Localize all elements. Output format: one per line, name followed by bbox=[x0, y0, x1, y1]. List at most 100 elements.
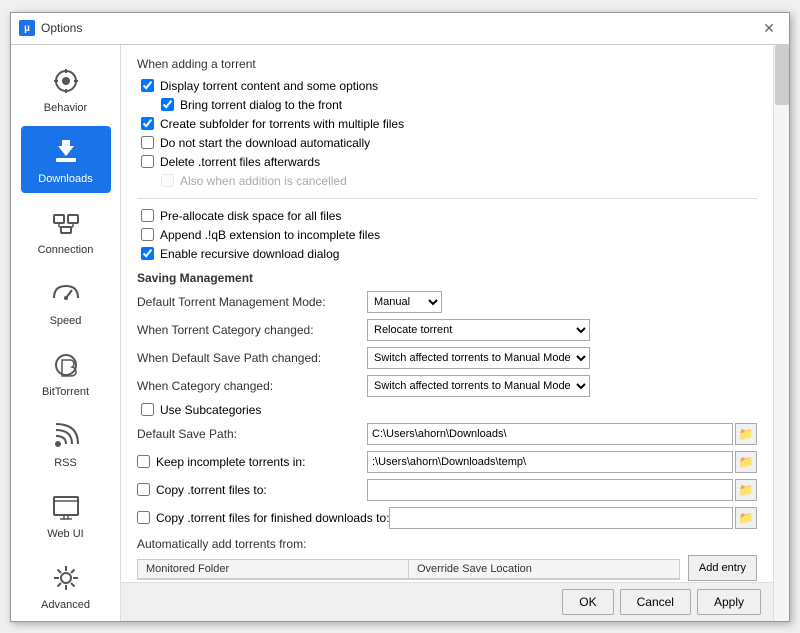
sidebar-item-connection[interactable]: Connection bbox=[21, 197, 111, 264]
cb-no-start-label: Do not start the download automatically bbox=[160, 136, 370, 150]
checkbox-delete-torrent[interactable]: Delete .torrent files afterwards bbox=[137, 155, 757, 169]
checkbox-append-iqb[interactable]: Append .!qB extension to incomplete file… bbox=[137, 228, 757, 242]
sidebar-speed-label: Speed bbox=[50, 315, 82, 327]
cb-subcategories[interactable] bbox=[141, 403, 154, 416]
sidebar-item-behavior[interactable]: Behavior bbox=[21, 55, 111, 122]
default-mode-label: Default Torrent Management Mode: bbox=[137, 295, 367, 309]
path-row-incomplete: Keep incomplete torrents in: 📁 bbox=[137, 451, 757, 473]
checkbox-no-start[interactable]: Do not start the download automatically bbox=[137, 136, 757, 150]
form-row-default-save: When Default Save Path changed: Switch a… bbox=[137, 347, 757, 369]
cb-recursive-label: Enable recursive download dialog bbox=[160, 247, 339, 261]
bottom-bar: OK Cancel Apply bbox=[121, 582, 773, 621]
sidebar-bittorrent-label: BitTorrent bbox=[42, 386, 89, 398]
checkbox-recursive[interactable]: Enable recursive download dialog bbox=[137, 247, 757, 261]
checkbox-subcategories[interactable]: Use Subcategories bbox=[137, 403, 757, 417]
incomplete-path-input[interactable] bbox=[367, 451, 733, 473]
checkbox-prealloc[interactable]: Pre-allocate disk space for all files bbox=[137, 209, 757, 223]
cb-no-start[interactable] bbox=[141, 136, 154, 149]
sidebar-item-speed[interactable]: Speed bbox=[21, 268, 111, 335]
cb-copy-finished[interactable] bbox=[137, 511, 150, 524]
cb-append-iqb[interactable] bbox=[141, 228, 154, 241]
cb-also-cancelled[interactable] bbox=[161, 174, 174, 187]
sidebar-connection-label: Connection bbox=[38, 244, 94, 256]
add-entry-button[interactable]: Add entry bbox=[688, 555, 757, 581]
behavior-icon bbox=[48, 63, 84, 99]
speed-icon bbox=[48, 276, 84, 312]
close-button[interactable]: ✕ bbox=[757, 16, 781, 40]
cb-display-content[interactable] bbox=[141, 79, 154, 92]
cb-append-iqb-label: Append .!qB extension to incomplete file… bbox=[160, 228, 380, 242]
cb-recursive[interactable] bbox=[141, 247, 154, 260]
sidebar-behavior-label: Behavior bbox=[44, 102, 87, 114]
sidebar-webui-label: Web UI bbox=[47, 528, 83, 540]
cb-also-cancelled-label: Also when addition is cancelled bbox=[180, 174, 347, 188]
scrollbar-thumb[interactable] bbox=[775, 45, 789, 105]
cb-create-subfolder-label: Create subfolder for torrents with multi… bbox=[160, 117, 404, 131]
cb-delete-torrent[interactable] bbox=[141, 155, 154, 168]
checkbox-bring-front[interactable]: Bring torrent dialog to the front bbox=[137, 98, 757, 112]
window-title: Options bbox=[41, 21, 757, 35]
default-save-select[interactable]: Switch affected torrents to Manual Mode … bbox=[367, 347, 590, 369]
webui-icon bbox=[48, 489, 84, 525]
copy-finished-browse-btn[interactable]: 📁 bbox=[735, 507, 757, 529]
downloads-icon bbox=[48, 134, 84, 170]
sidebar: Behavior Downloads bbox=[11, 45, 121, 621]
title-bar: µ Options ✕ bbox=[11, 13, 789, 45]
monitored-table-row: Monitored Folder Override Save Location … bbox=[137, 555, 757, 581]
torrent-category-label: When Torrent Category changed: bbox=[137, 323, 367, 337]
category-changed-label: When Category changed: bbox=[137, 379, 367, 393]
apply-button[interactable]: Apply bbox=[697, 589, 761, 615]
default-mode-select[interactable]: Manual Automatic bbox=[367, 291, 442, 313]
sidebar-downloads-label: Downloads bbox=[38, 173, 92, 185]
options-window: µ Options ✕ Behavior bbox=[10, 12, 790, 622]
cb-incomplete[interactable] bbox=[137, 455, 150, 468]
cb-bring-front[interactable] bbox=[161, 98, 174, 111]
torrent-category-select[interactable]: Relocate torrent Switch affected torrent… bbox=[367, 319, 590, 341]
sidebar-item-bittorrent[interactable]: BitTorrent bbox=[21, 339, 111, 406]
sidebar-item-advanced[interactable]: Advanced bbox=[21, 552, 111, 619]
cb-incomplete-label: Keep incomplete torrents in: bbox=[156, 455, 305, 469]
divider1 bbox=[137, 198, 757, 199]
cancel-button[interactable]: Cancel bbox=[620, 589, 691, 615]
category-changed-select[interactable]: Switch affected torrents to Manual Mode … bbox=[367, 375, 590, 397]
save-path-input[interactable] bbox=[367, 423, 733, 445]
path-row-copy-torrent: Copy .torrent files to: 📁 bbox=[137, 479, 757, 501]
checkbox-also-cancelled[interactable]: Also when addition is cancelled bbox=[137, 174, 757, 188]
rss-icon bbox=[48, 418, 84, 454]
path-row-copy-finished: Copy .torrent files for finished downloa… bbox=[137, 507, 757, 529]
cb-delete-torrent-label: Delete .torrent files afterwards bbox=[160, 155, 320, 169]
copy-finished-input[interactable] bbox=[389, 507, 733, 529]
path-row-save: Default Save Path: 📁 bbox=[137, 423, 757, 445]
sidebar-item-rss[interactable]: RSS bbox=[21, 410, 111, 477]
form-row-category-changed: When Category changed: Switch affected t… bbox=[137, 375, 757, 397]
cb-copy-finished-label: Copy .torrent files for finished downloa… bbox=[156, 511, 389, 525]
copy-torrent-input[interactable] bbox=[367, 479, 733, 501]
checkbox-create-subfolder[interactable]: Create subfolder for torrents with multi… bbox=[137, 117, 757, 131]
saving-management-title: Saving Management bbox=[137, 271, 757, 285]
cb-subcategories-label: Use Subcategories bbox=[160, 403, 261, 417]
scrollbar[interactable] bbox=[773, 45, 789, 621]
content-area-wrapper: When adding a torrent Display torrent co… bbox=[121, 45, 789, 621]
incomplete-browse-btn[interactable]: 📁 bbox=[735, 451, 757, 473]
sidebar-item-downloads[interactable]: Downloads bbox=[21, 126, 111, 193]
sidebar-rss-label: RSS bbox=[54, 457, 77, 469]
advanced-icon bbox=[48, 560, 84, 596]
cb-create-subfolder[interactable] bbox=[141, 117, 154, 130]
copy-torrent-browse-btn[interactable]: 📁 bbox=[735, 479, 757, 501]
checkbox-display-content[interactable]: Display torrent content and some options bbox=[137, 79, 757, 93]
sidebar-item-webui[interactable]: Web UI bbox=[21, 481, 111, 548]
cb-prealloc-label: Pre-allocate disk space for all files bbox=[160, 209, 341, 223]
cb-prealloc[interactable] bbox=[141, 209, 154, 222]
sidebar-advanced-label: Advanced bbox=[41, 599, 90, 611]
default-save-label: When Default Save Path changed: bbox=[137, 351, 367, 365]
ok-button[interactable]: OK bbox=[562, 589, 613, 615]
cb-copy-torrent[interactable] bbox=[137, 483, 150, 496]
monitored-header: Monitored Folder Override Save Location bbox=[138, 560, 679, 579]
content-scroll-area[interactable]: When adding a torrent Display torrent co… bbox=[121, 45, 773, 582]
connection-icon bbox=[48, 205, 84, 241]
auto-add-title: Automatically add torrents from: bbox=[137, 537, 306, 551]
form-row-default-mode: Default Torrent Management Mode: Manual … bbox=[137, 291, 757, 313]
monitored-col2: Override Save Location bbox=[409, 560, 679, 578]
save-path-browse-btn[interactable]: 📁 bbox=[735, 423, 757, 445]
cb-copy-torrent-label: Copy .torrent files to: bbox=[156, 483, 267, 497]
